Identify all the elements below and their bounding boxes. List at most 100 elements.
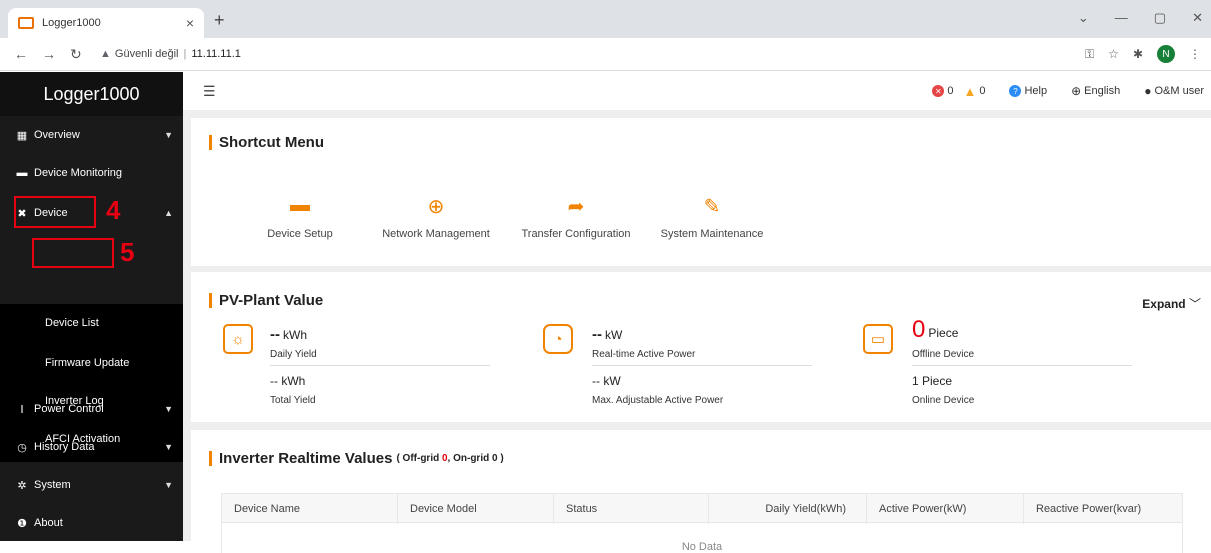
sidebar-item-label: History Data (34, 441, 95, 453)
minimize-button[interactable]: — (1115, 10, 1128, 26)
col-device-model[interactable]: Device Model (398, 494, 554, 524)
monitor-icon: ▬ (16, 167, 28, 179)
window-controls: ⌄ — ▢ ✕ (1078, 10, 1203, 26)
language-label: English (1084, 85, 1121, 97)
sidebar-item-label: System (34, 479, 71, 491)
extensions-icon[interactable]: ✱ (1133, 47, 1143, 61)
expand-button[interactable]: Expand ﹀ (1142, 295, 1201, 312)
annotation-step-5: 5 (120, 237, 135, 267)
sidebar-item-label: Overview (34, 129, 80, 141)
back-button[interactable]: ← (14, 46, 28, 62)
toolbar-icons: ⚿ ☆ ✱ N ⋮ (1085, 45, 1201, 63)
error-icon: ✕ (932, 85, 945, 97)
error-indicator[interactable]: ✕ 0 (932, 85, 953, 97)
help-link[interactable]: ? Help (1009, 85, 1047, 97)
menu-toggle-icon[interactable]: ☰ (203, 83, 216, 100)
daily-yield-label: Daily Yield (270, 349, 317, 360)
caret-down-icon: ▼ (164, 404, 173, 414)
tab-close-button[interactable]: × (186, 15, 194, 31)
divider (592, 365, 812, 366)
browser-tabbar: Logger1000 × + ⌄ — ▢ ✕ (0, 0, 1211, 38)
shortcut-transfer-configuration[interactable]: ➦ Transfer Configuration (501, 194, 651, 240)
forward-button[interactable]: → (42, 46, 56, 62)
col-active-power[interactable]: Active Power(kW) (867, 494, 1024, 524)
maintenance-icon: ✎ (703, 196, 721, 218)
summary-mid: , On-grid (447, 453, 492, 464)
sidebar-item-power-control[interactable]: Ⅰ Power Control ▼ (0, 390, 183, 428)
col-device-name[interactable]: Device Name (222, 494, 398, 524)
summary-open: ( Off-grid (396, 453, 442, 464)
sidebar-item-history-data[interactable]: ◷ History Data ▼ (0, 428, 183, 466)
solar-panel-icon: ☼ (223, 324, 253, 354)
sidebar: Logger1000 ▦ Overview ▼ ▬ Device Monitor… (0, 72, 183, 541)
sidebar-item-device-monitoring[interactable]: ▬ Device Monitoring (0, 154, 183, 192)
title-text: Shortcut Menu (219, 134, 324, 151)
clock-icon: ◷ (17, 441, 27, 454)
annotation-step-4: 4 (106, 195, 121, 225)
active-power-unit: kW (605, 328, 623, 342)
shortcut-menu-card: Shortcut Menu ▬ Device Setup ⊕ Network M… (191, 118, 1211, 266)
pv-plant-card: PV-Plant Value Expand ﹀ ☼ -- kWh Daily Yi… (191, 272, 1211, 422)
reload-button[interactable]: ↻ (70, 46, 82, 63)
new-tab-button[interactable]: + (214, 10, 225, 31)
sidebar-item-label: Device Monitoring (34, 167, 123, 179)
inverter-table-header: Device Name Device Model Status Daily Yi… (221, 493, 1183, 524)
caret-down-icon: ▼ (164, 130, 173, 140)
inverter-realtime-card: Inverter Realtime Values ( Off-grid 0, O… (191, 430, 1211, 553)
col-status[interactable]: Status (554, 494, 709, 524)
caret-down-icon: ▼ (164, 442, 173, 452)
key-icon[interactable]: ⚿ (1085, 47, 1094, 62)
warning-indicator[interactable]: ▲ 0 (963, 84, 985, 99)
title-text: Inverter Realtime Values (219, 450, 393, 467)
address-divider: | (183, 48, 187, 60)
sidebar-item-overview[interactable]: ▦ Overview ▼ (0, 116, 183, 154)
daily-yield-unit: kWh (283, 328, 307, 342)
shortcut-network-management[interactable]: ⊕ Network Management (361, 194, 511, 240)
tab-search-icon[interactable]: ⌄ (1078, 10, 1089, 26)
max-power-value: -- kW (592, 374, 621, 388)
header-actions: ✕ 0 ▲ 0 ? Help ⊕ English ● O&M user (932, 72, 1211, 110)
sidebar-item-about[interactable]: ❶ About (0, 504, 183, 542)
sidebar-item-label: About (34, 517, 63, 529)
online-device-value: 1 Piece (912, 374, 953, 388)
star-icon[interactable]: ☆ (1108, 47, 1119, 61)
divider (270, 365, 490, 366)
sidebar-item-label: Power Control (34, 403, 104, 415)
submenu-item-firmware-update[interactable]: Firmware Update (0, 344, 183, 382)
restore-button[interactable]: ▢ (1154, 10, 1166, 26)
info-icon: ❶ (17, 517, 27, 530)
shortcut-device-setup[interactable]: ▬ Device Setup (225, 194, 375, 240)
close-window-button[interactable]: ✕ (1192, 10, 1203, 26)
shortcut-label: Transfer Configuration (521, 228, 631, 240)
empty-state: No Data (221, 523, 1183, 553)
sidebar-item-system[interactable]: ✲ System ▼ (0, 466, 183, 504)
title-accent-bar (209, 451, 212, 466)
language-selector[interactable]: ⊕ English (1071, 84, 1120, 98)
grid-icon: ▦ (16, 129, 28, 142)
summary-close: ) (497, 453, 504, 464)
url-field[interactable]: ▲ Güvenli değil | 11.11.11.1 (100, 43, 1170, 65)
profile-avatar[interactable]: N (1157, 45, 1175, 63)
monitor-device-icon: ▭ (863, 324, 893, 354)
warning-icon: ▲ (963, 83, 977, 99)
col-reactive-power[interactable]: Reactive Power(kvar) (1024, 494, 1182, 524)
caret-down-icon: ▼ (164, 480, 173, 490)
active-power-label: Real-time Active Power (592, 349, 696, 360)
help-label: Help (1024, 85, 1048, 97)
active-power-value: -- kW (592, 326, 622, 343)
shortcut-system-maintenance[interactable]: ✎ System Maintenance (637, 194, 787, 240)
submenu-item-device-list[interactable]: Device List (0, 304, 183, 342)
col-daily-yield[interactable]: Daily Yield(kWh) (709, 494, 867, 524)
menu-kebab-icon[interactable]: ⋮ (1189, 47, 1201, 61)
network-icon: ⊕ (427, 196, 445, 218)
user-menu[interactable]: ● O&M user (1144, 84, 1204, 98)
not-secure-icon[interactable]: ▲ (100, 48, 111, 60)
main-content: ☰ ✕ 0 ▲ 0 ? Help ⊕ English ● O&M user Sh… (183, 72, 1211, 553)
user-icon: ● (1144, 84, 1152, 98)
online-device-label: Online Device (912, 395, 975, 406)
shortcut-label: System Maintenance (660, 228, 764, 240)
title-text: PV-Plant Value (219, 292, 324, 309)
active-power-number: -- (592, 326, 602, 343)
browser-tab[interactable]: Logger1000 × (8, 8, 204, 38)
shortcut-label: Network Management (382, 228, 490, 240)
